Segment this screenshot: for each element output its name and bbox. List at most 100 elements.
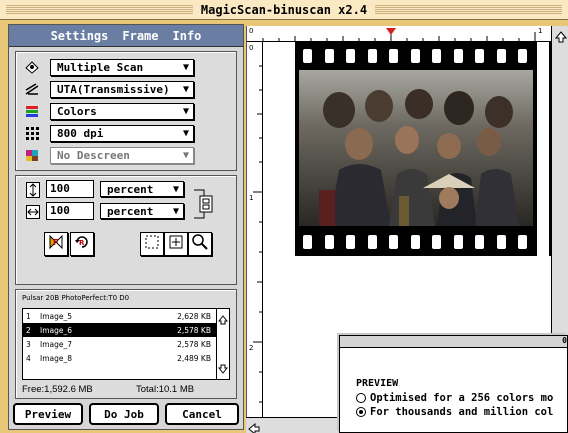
media-type-value: UTA(Transmissive) [57,82,170,96]
menu-info[interactable]: Info [173,29,202,43]
height-arrow-icon [26,182,40,202]
radio-label: For thousands and million col [370,406,554,418]
descreen-icon [22,147,42,163]
svg-text:R: R [79,239,85,247]
chevron-down-icon: ▼ [182,127,189,139]
sprocket-hole [475,235,484,249]
sprocket-hole [303,235,312,249]
sprocket-hole [367,49,377,63]
sprocket-hole [324,235,334,249]
horizontal-ruler: 0 1 [247,26,568,42]
color-mode-row: Colors ▼ [22,102,194,120]
total-size-label: Total:10.1 MB [136,384,195,395]
menu-frame[interactable]: Frame [122,29,158,43]
job-list-group: Pulsar 20B PhotoPerfect:T0 D0 1 Image_5 … [15,289,237,399]
sprocket-hole [475,49,484,63]
preview-button[interactable]: Preview [13,403,83,425]
rotate-icon: R [73,233,91,255]
window-titlebar[interactable]: MagicScan-binuscan x2.4 [0,0,568,20]
job-name: Image_8 [40,353,73,363]
ruler-label: 0 [249,44,254,52]
do-job-button[interactable]: Do Job [89,403,159,425]
sprocket-hole [389,49,398,63]
list-item[interactable]: 3 Image_7 2,578 KB [23,337,229,351]
job-list-scrollbar[interactable] [216,309,229,379]
transmissive-icon [22,81,42,97]
scroll-left-icon[interactable] [248,420,260,433]
panel-menubar: Settings Frame Info [9,25,243,47]
flip-horizontal-icon: F [47,233,65,255]
scanner-icon [22,59,42,75]
list-item[interactable]: 4 Image_8 2,489 KB [23,351,229,365]
move-frame-button[interactable] [164,232,188,256]
job-number: 3 [26,339,31,349]
ruler-label: 1 [249,194,254,202]
width-scale-input[interactable]: 100 [46,202,94,220]
job-size: 2,578 KB [177,339,211,349]
chevron-down-icon: ▼ [182,105,189,117]
job-number: 4 [26,353,31,363]
radio-option-millions[interactable]: For thousands and million col [356,406,553,418]
resolution-select[interactable]: 800 dpi ▼ [50,124,194,142]
crosshair-icon [167,233,185,255]
color-mode-select[interactable]: Colors ▼ [50,102,194,120]
scroll-up-icon[interactable] [217,310,229,329]
radio-button[interactable] [356,393,366,403]
app-window: MagicScan-binuscan x2.4 Settings Frame I… [0,0,568,433]
preview-options-dialog: 0 PREVIEW Optimised for a 256 colors mo … [339,335,568,433]
list-item[interactable]: 1 Image_5 2,628 KB [23,309,229,323]
job-list[interactable]: 1 Image_5 2,628 KB 2 Image_6 2,578 KB 3 … [22,308,230,380]
sprocket-hole [432,235,441,249]
sprocket-hole [389,235,398,249]
sprocket-hole [346,49,355,63]
height-unit-value: percent [107,182,154,196]
window-title: MagicScan-binuscan x2.4 [192,2,376,17]
sprocket-hole [432,49,441,63]
width-unit-select[interactable]: percent ▼ [100,203,184,219]
ruler-label: 0 [249,27,254,35]
select-frame-button[interactable] [140,232,164,256]
media-type-select[interactable]: UTA(Transmissive) ▼ [50,80,194,98]
descreen-value: No Descreen [57,148,130,162]
color-mode-icon [22,103,42,119]
height-unit-select[interactable]: percent ▼ [100,181,184,197]
scan-mode-select[interactable]: Multiple Scan ▼ [50,58,194,76]
job-name: Image_7 [40,339,73,349]
free-space-label: Free:1,592.6 MB [22,384,93,395]
media-type-row: UTA(Transmissive) ▼ [22,80,194,98]
svg-text:F: F [53,238,58,247]
sprocket-hole [324,49,334,63]
chevron-down-icon: ▼ [172,183,179,195]
radio-button[interactable] [356,407,366,417]
chevron-down-icon: ▼ [182,149,189,161]
sprocket-hole [410,235,420,249]
job-size: 2,489 KB [177,353,211,363]
cancel-button[interactable]: Cancel [165,403,239,425]
film-frame[interactable] [295,42,537,256]
flip-horizontal-button[interactable]: F [44,232,68,256]
sprocket-hole [453,235,463,249]
height-scale-input[interactable]: 100 [46,180,94,198]
dialog-titlebar[interactable]: 0 [340,336,567,348]
descreen-row: No Descreen ▼ [22,146,194,164]
scroll-up-icon[interactable] [554,28,568,47]
scan-mode-value: Multiple Scan [57,60,144,74]
menu-settings[interactable]: Settings [51,29,109,43]
link-proportions-icon[interactable] [192,184,214,228]
list-item[interactable]: 2 Image_6 2,578 KB [23,323,229,337]
dialog-heading: PREVIEW [356,378,399,389]
preview-photo[interactable] [299,70,533,226]
job-size: 2,628 KB [177,311,211,321]
job-number: 1 [26,311,31,321]
rotate-button[interactable]: R [70,232,94,256]
radio-option-256-colors[interactable]: Optimised for a 256 colors mo [356,392,553,404]
width-arrow-icon [26,204,40,223]
control-panel: Settings Frame Info Multiple Scan ▼ UTA(… [8,24,244,430]
sprocket-hole [518,49,527,63]
resolution-value: 800 dpi [57,126,104,140]
horizontal-scrollbar[interactable] [246,417,340,433]
zoom-button[interactable] [188,232,212,256]
descreen-select[interactable]: No Descreen ▼ [50,146,194,164]
scroll-down-icon[interactable] [217,359,229,378]
resolution-row: 800 dpi ▼ [22,124,194,142]
